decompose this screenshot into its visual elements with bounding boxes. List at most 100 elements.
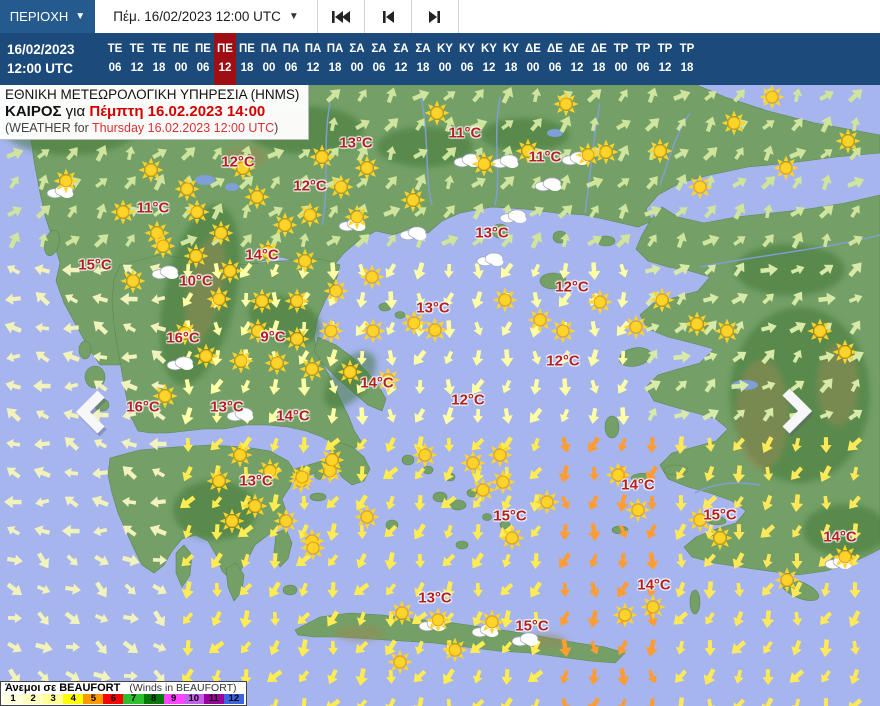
timeline-cell-ΠΕ-12[interactable]: ΠΕ 12 [214,33,236,85]
timeline-hour-label: 18 [504,62,518,74]
beaufort-cell-7: 7 [123,694,144,704]
timeline-cell-ΣΑ-06[interactable]: ΣΑ 06 [368,33,390,85]
sun-icon [422,317,447,342]
sun-icon [612,602,637,627]
legend-title: Άνεμοι σε BEAUFORT [5,682,121,694]
map-canvas [0,85,880,706]
forecast-local-time: ΚΑΙΡΟΣ για Πέμπτη 16.02.2023 14:00 [5,103,266,120]
timeline-hour-label: 00 [350,62,364,74]
timeline-cell-ΤΕ-12[interactable]: ΤΕ 12 [126,33,148,85]
timeline-day-label: ΣΑ [349,43,365,55]
timeline-cell-ΠΕ-18[interactable]: ΠΕ 18 [236,33,258,85]
sun-icon [359,264,384,289]
sun-icon [323,278,348,303]
timeline-day-label: ΠΕ [195,43,211,55]
beaufort-cell-4: 4 [63,694,84,704]
step-backward-button[interactable] [365,0,412,33]
region-dropdown-button[interactable]: ΠΕΡΙΟΧΗ ▼ [0,0,95,33]
sun-icon [319,447,344,472]
timeline-cell-ΠΕ-06[interactable]: ΠΕ 06 [192,33,214,85]
timeline-cell-ΣΑ-12[interactable]: ΣΑ 12 [390,33,412,85]
sun-icon [53,168,78,193]
timeline-cell-ΠΑ-00[interactable]: ΠΑ 00 [258,33,280,85]
sun-icon [773,155,798,180]
sun-icon [289,464,314,489]
sun-icon [309,144,334,169]
timeline-day-label: ΔΕ [525,43,541,55]
timeline-cell-ΤΡ-00[interactable]: ΤΡ 00 [610,33,632,85]
timeline-cell-ΔΕ-12[interactable]: ΔΕ 12 [566,33,588,85]
sun-icon [284,288,309,313]
sun-icon [245,318,270,343]
timeline-day-label: ΤΡ [613,43,629,55]
sun-icon [832,339,857,364]
sun-icon [208,220,233,245]
timeline-cell-ΤΕ-06[interactable]: ΤΕ 06 [104,33,126,85]
timeline-hour-label: 06 [284,62,298,74]
timeline-hour-label: 06 [460,62,474,74]
sun-icon [228,348,253,373]
timeline-cell-ΔΕ-00[interactable]: ΔΕ 00 [522,33,544,85]
timeline-cell-ΣΑ-00[interactable]: ΣΑ 00 [346,33,368,85]
timeline-cell-ΚΥ-00[interactable]: ΚΥ 00 [434,33,456,85]
sun-icon [593,139,618,164]
timeline-cell-ΚΥ-18[interactable]: ΚΥ 18 [500,33,522,85]
sun-icon [299,356,324,381]
timeline-day-label: ΤΕ [129,43,145,55]
timeline-cell-ΤΡ-12[interactable]: ΤΡ 12 [654,33,676,85]
sun-icon [575,142,600,167]
sun-icon [534,489,559,514]
sun-icon [297,202,322,227]
sun-icon [354,504,379,529]
sun-icon [242,493,267,518]
timeline-cell-ΠΑ-18[interactable]: ΠΑ 18 [324,33,346,85]
timeline-day-label: ΔΕ [591,43,607,55]
timeline-hour-label: 00 [262,62,276,74]
sun-icon [150,233,175,258]
agency-title: ΕΘΝΙΚΗ ΜΕΤΕΩΡΟΛΟΓΙΚΗ ΥΠΗΡΕΣΙΑ (HNMS) [5,87,300,102]
sun-icon [227,442,252,467]
timeline-day-label: ΣΑ [371,43,387,55]
timeline-hour-label: 18 [592,62,606,74]
timeline-cell-ΔΕ-06[interactable]: ΔΕ 06 [544,33,566,85]
timeline-cell-ΠΑ-06[interactable]: ΠΑ 06 [280,33,302,85]
sun-icon [527,307,552,332]
sun-icon [272,212,297,237]
beaufort-cell-11: 11 [203,694,224,704]
skip-to-first-button[interactable] [318,0,365,33]
sun-icon [424,100,449,125]
timeline-cell-ΠΑ-12[interactable]: ΠΑ 12 [302,33,324,85]
sun-icon [442,637,467,662]
timeline-hour-label: 18 [680,62,694,74]
step-forward-button[interactable] [412,0,459,33]
sun-icon [605,462,630,487]
timeline-current-time: 12:00 UTC [7,61,74,76]
sun-icon [255,239,280,264]
timeline-hour-label: 12 [482,62,496,74]
timeline-cell-ΠΕ-00[interactable]: ΠΕ 00 [170,33,192,85]
beaufort-cell-5: 5 [83,694,104,704]
datetime-dropdown[interactable]: Πέμ. 16/02/2023 12:00 UTC ▼ [95,0,318,33]
timeline-cell-ΤΕ-18[interactable]: ΤΕ 18 [148,33,170,85]
sun-icon [354,155,379,180]
sun-icon [375,367,400,392]
sun-icon [714,318,739,343]
sun-icon [550,318,575,343]
sun-icon [499,525,524,550]
timeline-cell-ΤΡ-18[interactable]: ΤΡ 18 [676,33,698,85]
timeline-hour-label: 12 [306,62,320,74]
top-toolbar: ΠΕΡΙΟΧΗ ▼ Πέμ. 16/02/2023 12:00 UTC ▼ [0,0,880,34]
timeline-cell-ΔΕ-18[interactable]: ΔΕ 18 [588,33,610,85]
weather-map: 11°C 13°C 11°C 12°C 12°C 11°C 13°C 14°C 15°C 10°C… [0,85,880,706]
sun-icon [835,128,860,153]
sun-icon [206,468,231,493]
timeline-cell-ΚΥ-12[interactable]: ΚΥ 12 [478,33,500,85]
timeline-cell-ΤΡ-06[interactable]: ΤΡ 06 [632,33,654,85]
region-dropdown-label: ΠΕΡΙΟΧΗ [9,9,69,24]
beaufort-cell-8: 8 [143,694,164,704]
sun-icon [318,318,343,343]
timeline-cell-ΣΑ-18[interactable]: ΣΑ 18 [412,33,434,85]
timeline-cell-ΚΥ-06[interactable]: ΚΥ 06 [456,33,478,85]
sun-icon [425,607,450,632]
beaufort-cell-12: 12 [223,694,244,704]
